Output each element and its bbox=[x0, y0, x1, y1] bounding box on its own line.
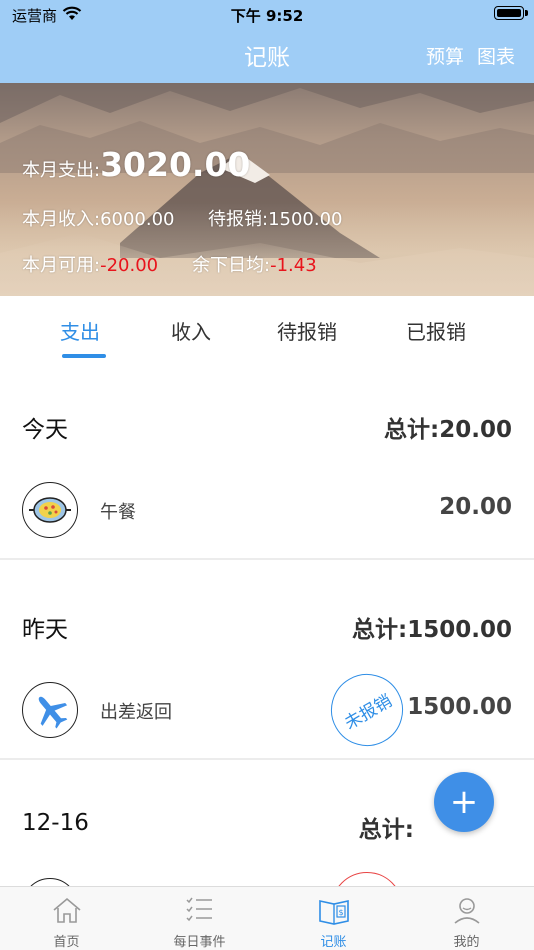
tab-underline bbox=[62, 354, 106, 358]
pending-summary: 待报销:1500.00 bbox=[208, 205, 343, 231]
group-total: 总计:1500.00 bbox=[352, 617, 512, 643]
ledger-icon: $ bbox=[317, 895, 351, 925]
group-total: 总计: bbox=[358, 817, 414, 843]
record-row[interactable]: 午餐 20.00 bbox=[0, 470, 534, 550]
tabbar-label: 记账 bbox=[320, 935, 347, 950]
available-value: -20.00 bbox=[100, 255, 159, 276]
income-value: 6000.00 bbox=[100, 209, 175, 230]
record-row[interactable]: 出差返回 1500.00 bbox=[0, 670, 534, 750]
checklist-icon bbox=[183, 895, 217, 925]
daily-label: 余下日均: bbox=[192, 255, 271, 276]
divider bbox=[0, 758, 534, 760]
record-amount: 1500.00 bbox=[407, 694, 512, 720]
tab-reimbursed[interactable]: 已报销 bbox=[406, 316, 466, 345]
tabbar-label: 每日事件 bbox=[173, 935, 226, 950]
svg-text:$: $ bbox=[338, 908, 343, 917]
tabbar-label: 我的 bbox=[453, 935, 480, 950]
tabbar-daily-events[interactable]: 每日事件 bbox=[133, 887, 266, 950]
record-amount: 20.00 bbox=[439, 494, 512, 520]
bottom-tab-bar: 首页 每日事件 $ 记账 我的 bbox=[0, 886, 534, 950]
budget-button[interactable]: 预算 bbox=[426, 42, 464, 69]
expense-label: 本月支出: bbox=[22, 160, 101, 181]
summary-banner: 本月支出:3020.00 本月收入:6000.00 待报销:1500.00 本月… bbox=[0, 83, 534, 296]
record-name: 午餐 bbox=[100, 502, 136, 523]
group-header: 今天 总计:20.00 bbox=[0, 400, 534, 450]
record-name: 出差返回 bbox=[100, 702, 172, 723]
user-icon bbox=[450, 895, 484, 925]
tabbar-home[interactable]: 首页 bbox=[0, 887, 133, 950]
home-icon bbox=[50, 895, 84, 925]
income-label: 本月收入: bbox=[22, 209, 101, 230]
group-total: 总计:20.00 bbox=[384, 417, 512, 443]
category-tabs: 支出 收入 待报销 已报销 bbox=[0, 296, 534, 376]
tab-pending[interactable]: 待报销 bbox=[277, 316, 337, 345]
daily-value: -1.43 bbox=[270, 255, 317, 276]
status-time: 下午 9:52 bbox=[230, 7, 304, 25]
pending-label: 待报销: bbox=[208, 209, 269, 230]
top-bar: 运营商 下午 9:52 记账 预算 图表 bbox=[0, 0, 534, 83]
tabbar-label: 首页 bbox=[53, 935, 80, 950]
battery-icon bbox=[494, 6, 528, 20]
pending-value: 1500.00 bbox=[268, 209, 343, 230]
tabbar-ledger[interactable]: $ 记账 bbox=[267, 887, 400, 950]
available-summary: 本月可用:-20.00 bbox=[22, 251, 158, 277]
tab-expense[interactable]: 支出 bbox=[60, 316, 100, 345]
airplane-icon bbox=[22, 682, 78, 738]
chart-button[interactable]: 图表 bbox=[477, 42, 515, 69]
add-record-button[interactable]: + bbox=[434, 772, 494, 832]
group-header: 昨天 总计:1500.00 bbox=[0, 600, 534, 650]
meal-icon bbox=[22, 482, 78, 538]
expense-value: 3020.00 bbox=[100, 145, 251, 184]
divider bbox=[0, 558, 534, 560]
daily-summary: 余下日均:-1.43 bbox=[192, 251, 317, 277]
app-screen: 运营商 下午 9:52 记账 预算 图表 本月支出:3020.00 本月收入:6… bbox=[0, 0, 534, 950]
tab-income[interactable]: 收入 bbox=[171, 316, 211, 345]
group-date: 今天 bbox=[22, 417, 68, 443]
tabbar-me[interactable]: 我的 bbox=[400, 887, 533, 950]
status-bar: 运营商 下午 9:52 bbox=[0, 0, 534, 28]
expense-summary: 本月支出:3020.00 bbox=[22, 145, 250, 184]
available-label: 本月可用: bbox=[22, 255, 101, 276]
group-date: 昨天 bbox=[22, 617, 68, 643]
income-summary: 本月收入:6000.00 bbox=[22, 205, 175, 231]
group-date: 12-16 bbox=[22, 810, 89, 836]
